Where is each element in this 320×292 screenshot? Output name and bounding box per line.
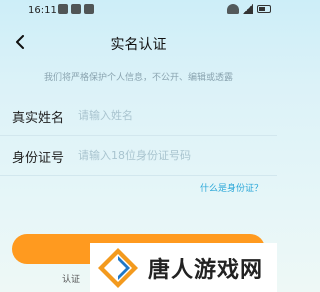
watermark-logo (98, 247, 138, 288)
app-notification-icon (58, 4, 68, 14)
app-notification-icon (84, 4, 94, 14)
name-label: 真实姓名 (12, 111, 65, 126)
agreement-text[interactable]: 认证 (62, 272, 80, 285)
name-row: 真实姓名 (0, 95, 277, 135)
watermark-text: 唐人游戏网 (148, 257, 264, 283)
nav-bar: 实名认证 (0, 24, 277, 60)
signal-icon (243, 4, 253, 14)
name-input[interactable] (78, 103, 263, 127)
what-is-id-link[interactable]: 什么是身份证？ (200, 181, 263, 194)
id-row: 身份证号 (0, 135, 277, 175)
watermark: 唐人游戏网 (90, 243, 277, 292)
app-notification-icon (71, 4, 81, 14)
system-status-icons (227, 4, 271, 14)
wifi-icon (227, 4, 239, 14)
status-time: 16:11 (28, 5, 57, 16)
battery-icon (257, 5, 271, 13)
divider (0, 175, 277, 176)
status-bar: 16:11 (0, 0, 277, 22)
page-title: 实名认证 (110, 37, 167, 53)
privacy-notice: 我们将严格保护个人信息，不公开、编辑或透露 (43, 73, 233, 83)
notification-icons (58, 4, 94, 14)
id-number-input[interactable] (78, 143, 263, 167)
id-label: 身份证号 (12, 151, 65, 166)
